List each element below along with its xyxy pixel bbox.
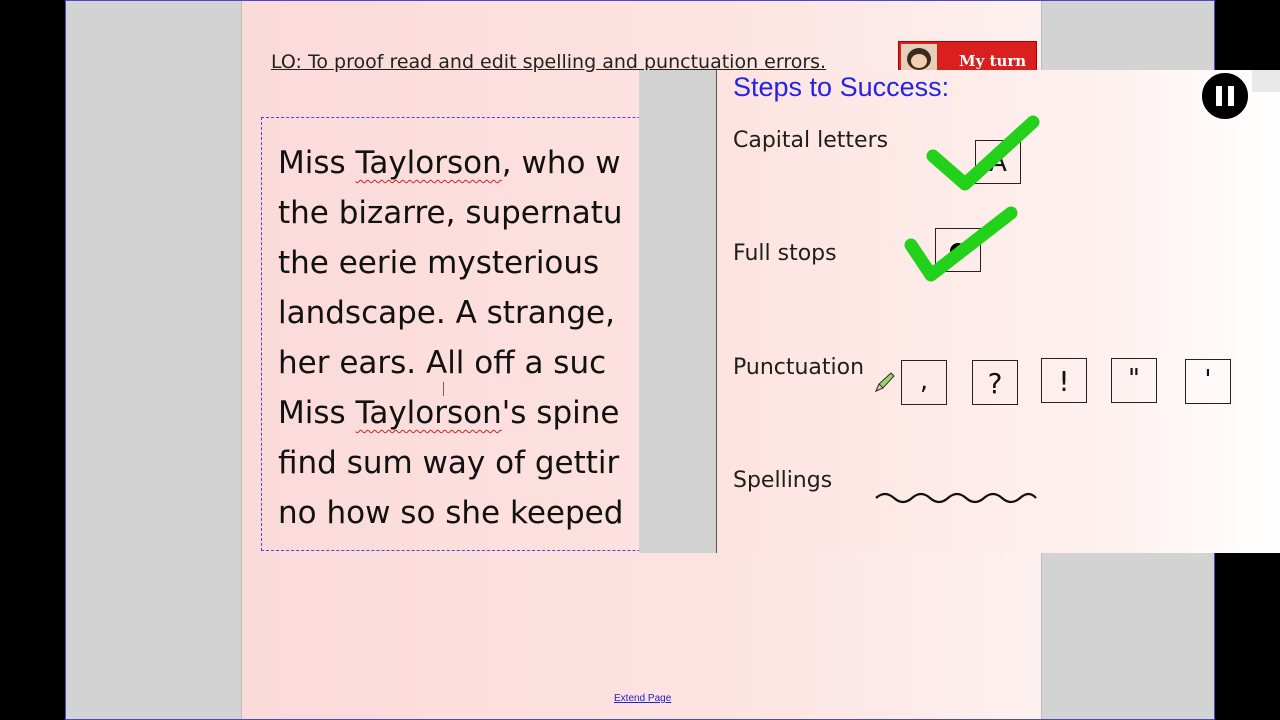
passage-line: landscape. A strange, <box>278 295 615 331</box>
speech-marks-box: " <box>1111 358 1157 403</box>
passage-line: the bizarre, supernatu <box>278 195 623 231</box>
pause-icon[interactable] <box>1200 71 1250 121</box>
pencil-icon[interactable] <box>873 370 897 394</box>
spellings-label: Spellings <box>733 468 833 493</box>
apostrophe-box: ' <box>1185 359 1231 404</box>
question-mark-box: ? <box>972 360 1018 405</box>
full-stops-label: Full stops <box>733 241 837 266</box>
extend-page-link[interactable]: Extend Page <box>614 693 671 704</box>
wavy-line-icon <box>875 492 1037 504</box>
text-cursor <box>443 382 444 396</box>
passage-line: Miss Taylorson's spine <box>278 395 620 431</box>
comma-box: , <box>901 360 947 405</box>
exclamation-box: ! <box>1041 358 1087 403</box>
passage-line: the eerie mysterious <box>278 245 600 281</box>
punctuation-label: Punctuation <box>733 355 865 380</box>
capital-letters-label: Capital letters <box>733 128 889 153</box>
passage-text: Miss Taylorson, who w the bizarre, super… <box>278 138 623 538</box>
check-icon <box>904 206 1018 282</box>
check-icon <box>926 115 1040 191</box>
passage-line: find sum way of gettir <box>278 445 620 481</box>
passage-line: her ears. All off a suc <box>278 345 607 381</box>
edge-thumbnail <box>1252 70 1280 92</box>
steps-title: Steps to Success: <box>733 72 950 102</box>
passage-line: Miss Taylorson, who w <box>278 145 621 181</box>
panel-content: Steps to Success: Capital letters A Full… <box>717 70 1280 553</box>
steps-to-success-panel: Steps to Success: Capital letters A Full… <box>639 70 1280 553</box>
passage-line: no how so she keeped <box>278 495 624 531</box>
my-turn-label: My turn <box>959 52 1027 70</box>
panel-gutter <box>639 70 717 553</box>
